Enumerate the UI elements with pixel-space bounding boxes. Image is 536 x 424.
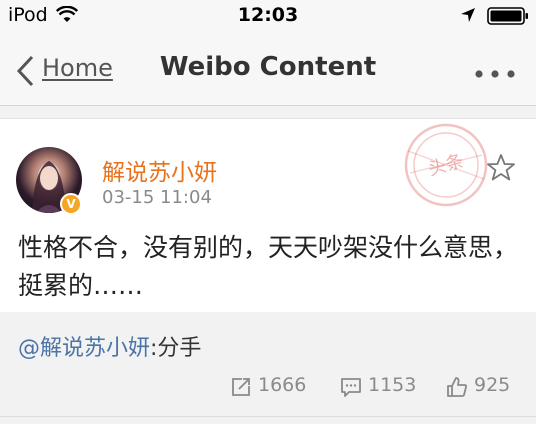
post-timestamp: 03-15 11:04	[102, 187, 212, 208]
stamp-label: 头条	[426, 151, 466, 181]
repost-section[interactable]: @解说苏小妍:分手 1666 1153 925	[0, 312, 536, 416]
repost-button[interactable]: 1666	[230, 374, 320, 400]
like-button[interactable]: 925	[446, 374, 526, 400]
navigation-bar: Home Weibo Content	[0, 32, 536, 106]
verified-badge-icon: V	[60, 193, 82, 215]
repost-icon	[232, 378, 250, 396]
star-icon[interactable]	[486, 153, 516, 187]
battery-icon	[487, 7, 529, 29]
username[interactable]: 解说苏小妍	[102, 153, 217, 187]
comment-count: 1153	[368, 374, 417, 396]
comment-button[interactable]: 1153	[340, 374, 430, 400]
post-content: 性格不合，没有别的，天天吵架没什么意思，挺累的……	[18, 233, 519, 300]
mention-link[interactable]: @解说苏小妍	[18, 336, 150, 361]
divider	[0, 416, 536, 417]
repost-body: :分手	[150, 336, 202, 361]
more-icon[interactable]	[474, 64, 518, 83]
repost-text: @解说苏小妍:分手	[18, 330, 201, 362]
comment-icon	[341, 378, 361, 397]
post-card[interactable]: V 解说苏小妍 03-15 11:04 头条 性格不合，没有别的，天天吵架没什么…	[0, 118, 536, 312]
repost-count: 1666	[258, 374, 307, 396]
status-bar: iPod 12:03	[0, 0, 536, 32]
page-title: Weibo Content	[159, 52, 377, 82]
clock: 12:03	[237, 4, 299, 26]
location-arrow-icon	[460, 7, 476, 27]
like-count: 925	[474, 374, 511, 396]
like-icon	[447, 377, 468, 397]
